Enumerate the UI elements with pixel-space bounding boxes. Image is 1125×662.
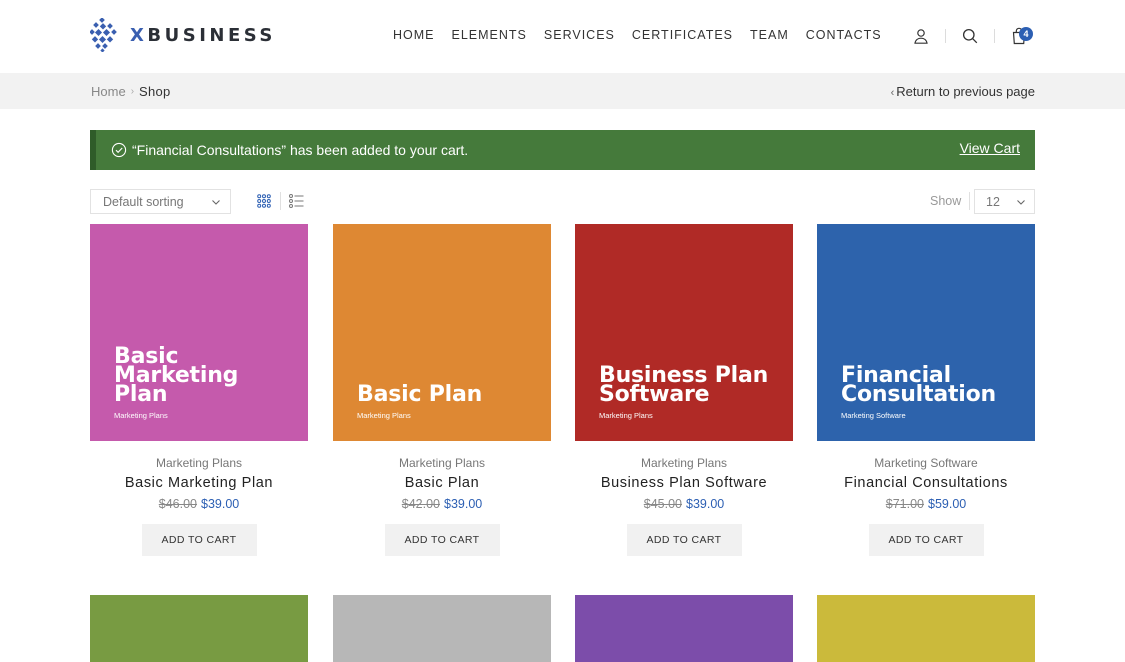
- product-image[interactable]: [333, 595, 551, 662]
- product-image-title: Basic Plan: [357, 382, 483, 407]
- product-image[interactable]: [90, 595, 308, 662]
- site-header: XBUSINESS HOME ELEMENTS SERVICES CERTIFI…: [0, 0, 1125, 73]
- product-image-subtitle: Marketing Plans: [599, 411, 653, 420]
- cart-notice: “Financial Consultations” has been added…: [90, 130, 1035, 170]
- old-price: $45.00: [643, 497, 682, 511]
- product-category[interactable]: Marketing Plans: [575, 456, 793, 470]
- add-to-cart-button[interactable]: ADD TO CART: [384, 524, 500, 556]
- product-card: Business Plan Software Marketing Plans Ma…: [575, 224, 793, 556]
- product-card: Financial Consultation Marketing Software…: [817, 224, 1035, 556]
- per-page-select[interactable]: 12: [974, 189, 1035, 214]
- product-image[interactable]: Basic Marketing Plan Marketing Plans: [90, 224, 308, 441]
- logo-mark-icon: [90, 18, 117, 52]
- product-name[interactable]: Financial Consultations: [817, 475, 1035, 491]
- sale-price: $39.00: [201, 497, 240, 511]
- product-image-title-line: Basic Plan: [357, 382, 483, 407]
- chevron-down-icon: [1017, 200, 1025, 205]
- breadcrumb-separator: ›: [130, 86, 135, 97]
- user-icon[interactable]: [910, 25, 932, 47]
- product-image[interactable]: Business Plan Software Marketing Plans: [575, 224, 793, 441]
- header-divider: [945, 29, 946, 43]
- product-image-title: Basic Marketing Plan: [114, 344, 308, 406]
- product-image-title-line: Consultation: [841, 382, 997, 407]
- product-name[interactable]: Basic Marketing Plan: [90, 475, 308, 491]
- grid-view-icon[interactable]: [257, 194, 271, 208]
- product-price: $45.00 $39.00: [575, 497, 793, 511]
- chevron-down-icon: [212, 200, 220, 205]
- main-nav: HOME ELEMENTS SERVICES CERTIFICATES TEAM…: [393, 28, 899, 42]
- chevron-left-icon: ‹: [890, 87, 895, 99]
- cart-count-badge: 4: [1019, 27, 1033, 41]
- logo-text: XBUSINESS: [130, 25, 276, 46]
- breadcrumb-home[interactable]: Home: [91, 84, 126, 99]
- check-circle-icon: [111, 142, 127, 158]
- product-image[interactable]: Financial Consultation Marketing Software: [817, 224, 1035, 441]
- product-price: $42.00 $39.00: [333, 497, 551, 511]
- product-price: $46.00 $39.00: [90, 497, 308, 511]
- product-category[interactable]: Marketing Plans: [90, 456, 308, 470]
- product-name[interactable]: Business Plan Software: [575, 475, 793, 491]
- header-icons: 4: [910, 24, 1033, 48]
- product-image[interactable]: [817, 595, 1035, 662]
- search-icon[interactable]: [959, 25, 981, 47]
- header-divider: [994, 29, 995, 43]
- add-to-cart-button[interactable]: ADD TO CART: [626, 524, 742, 556]
- product-image-subtitle: Marketing Software: [841, 411, 906, 420]
- logo[interactable]: XBUSINESS: [90, 18, 276, 52]
- sale-price: $39.00: [686, 497, 725, 511]
- logo-x: X: [130, 24, 148, 46]
- product-image-subtitle: Marketing Plans: [114, 411, 168, 420]
- breadcrumb-current: Shop: [139, 84, 171, 99]
- product-category[interactable]: Marketing Plans: [333, 456, 551, 470]
- product-name[interactable]: Basic Plan: [333, 475, 551, 491]
- logo-name: BUSINESS: [147, 24, 276, 46]
- sale-price: $39.00: [444, 497, 483, 511]
- product-image-subtitle: Marketing Plans: [357, 411, 411, 420]
- sale-price: $59.00: [928, 497, 967, 511]
- show-label: Show: [930, 194, 962, 208]
- sorting-select[interactable]: Default sorting: [90, 189, 231, 214]
- nav-team[interactable]: TEAM: [750, 28, 789, 42]
- old-price: $42.00: [401, 497, 440, 511]
- product-card: Basic Marketing Plan Marketing Plans Mark…: [90, 224, 308, 556]
- view-divider: [280, 192, 281, 210]
- return-previous-link[interactable]: ‹ Return to previous page: [891, 84, 1035, 99]
- nav-contacts[interactable]: CONTACTS: [806, 28, 882, 42]
- per-page-value: 12: [986, 195, 1000, 209]
- product-image[interactable]: [575, 595, 793, 662]
- notice-message: “Financial Consultations” has been added…: [132, 142, 469, 158]
- show-divider: [969, 192, 970, 210]
- nav-home[interactable]: HOME: [393, 28, 435, 42]
- product-price: $71.00 $59.00: [817, 497, 1035, 511]
- old-price: $71.00: [885, 497, 924, 511]
- product-image-title-line: Basic Marketing: [114, 344, 239, 388]
- list-view-icon[interactable]: [289, 194, 304, 208]
- breadcrumb: Home › Shop: [91, 84, 171, 99]
- return-previous-label: Return to previous page: [896, 84, 1035, 99]
- nav-certificates[interactable]: CERTIFICATES: [632, 28, 733, 42]
- cart-icon[interactable]: 4: [1008, 25, 1033, 47]
- product-image-title: Business Plan Software: [599, 365, 768, 406]
- breadcrumb-bar: Home › Shop ‹ Return to previous page: [0, 73, 1125, 109]
- old-price: $46.00: [158, 497, 197, 511]
- product-category[interactable]: Marketing Software: [817, 456, 1035, 470]
- add-to-cart-button[interactable]: ADD TO CART: [141, 524, 257, 556]
- nav-services[interactable]: SERVICES: [544, 28, 615, 42]
- add-to-cart-button[interactable]: ADD TO CART: [868, 524, 984, 556]
- product-image-title: Financial Consultation: [841, 365, 997, 407]
- product-card: Basic Plan Marketing Plans Marketing Pla…: [333, 224, 551, 556]
- sorting-value: Default sorting: [103, 195, 184, 209]
- nav-elements[interactable]: ELEMENTS: [452, 28, 527, 42]
- view-cart-link[interactable]: View Cart: [960, 140, 1020, 156]
- product-image[interactable]: Basic Plan Marketing Plans: [333, 224, 551, 441]
